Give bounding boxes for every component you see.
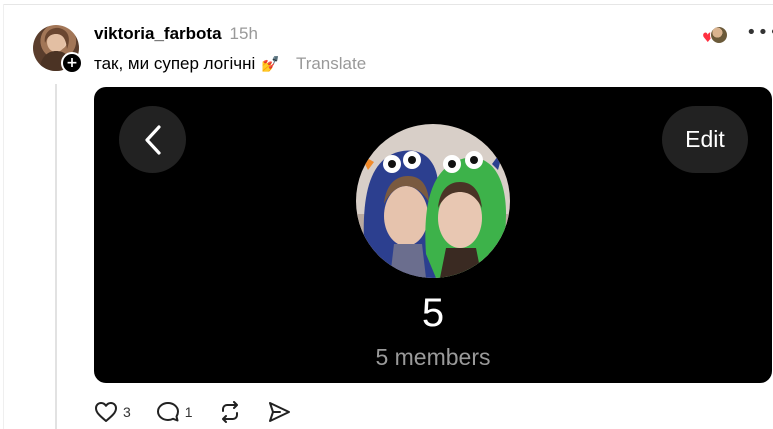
like-count: 3 xyxy=(123,404,131,420)
top-divider xyxy=(3,4,773,5)
repost-button[interactable] xyxy=(218,401,242,423)
comment-icon xyxy=(156,402,179,422)
post-actions: 3 1 xyxy=(94,401,316,423)
share-button[interactable] xyxy=(267,401,291,423)
comment-count: 1 xyxy=(184,404,193,420)
post-caption: так, ми супер логічні xyxy=(94,54,256,73)
share-icon xyxy=(268,402,290,422)
group-photo xyxy=(356,124,510,278)
group-name: 5 xyxy=(421,291,445,335)
group-chat-screenshot[interactable]: Edit 5 5 members xyxy=(94,87,772,383)
repost-icon xyxy=(221,401,238,423)
member-count: 5 members xyxy=(375,344,491,370)
translate-link[interactable]: Translate xyxy=(296,54,366,74)
comment-button[interactable]: 1 xyxy=(156,401,193,423)
username[interactable]: viktoria_farbota xyxy=(94,24,222,44)
heart-icon xyxy=(95,402,117,422)
nail-polish-emoji: 💅 xyxy=(261,55,280,73)
like-button[interactable]: 3 xyxy=(94,401,131,423)
caption-row: так, ми супер логічні 💅 Translate xyxy=(94,54,366,74)
more-options-icon[interactable]: ••• xyxy=(746,22,773,43)
edit-button[interactable]: Edit xyxy=(662,106,748,173)
chevron-left-icon xyxy=(144,124,161,155)
post-time: 15h xyxy=(229,24,258,43)
liked-by-indicator[interactable]: ♥ xyxy=(702,25,728,47)
follow-plus-icon[interactable]: + xyxy=(61,52,83,74)
left-divider xyxy=(3,4,4,429)
thread-line xyxy=(55,84,57,429)
post-header: viktoria_farbota 15h xyxy=(94,24,258,44)
liker-avatar xyxy=(710,26,728,44)
back-button[interactable] xyxy=(119,106,186,173)
